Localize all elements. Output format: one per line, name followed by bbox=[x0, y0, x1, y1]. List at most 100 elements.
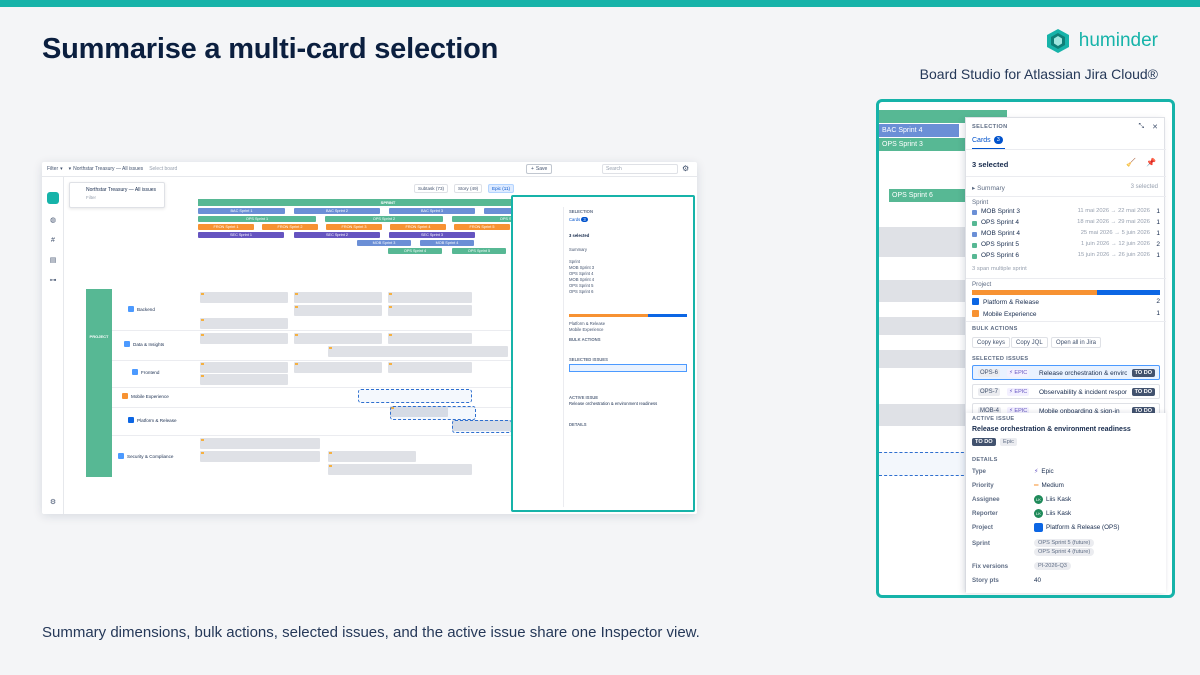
board-placeholder[interactable]: Select board bbox=[149, 166, 177, 172]
popup-title: Northstar Treasury — All issues bbox=[86, 187, 157, 193]
row-label-platform[interactable]: Platform & Release bbox=[128, 417, 177, 423]
issue-card[interactable] bbox=[200, 333, 288, 344]
tab-cards[interactable]: Cards 3 bbox=[972, 136, 1005, 150]
sprint-bar[interactable]: OPS Sprint 4 bbox=[388, 248, 442, 254]
sprint-bar[interactable]: BAC Sprint 2 bbox=[294, 208, 380, 214]
link-icon[interactable]: ⊶ bbox=[49, 277, 57, 285]
filter-epic[interactable]: Epic (11) bbox=[488, 184, 515, 193]
row-label-data[interactable]: Data & Insights bbox=[124, 341, 164, 347]
mini-selected-label: SELECTED ISSUES bbox=[569, 357, 608, 362]
issue-card[interactable] bbox=[328, 346, 508, 357]
gear-icon[interactable]: ⚙ bbox=[682, 164, 689, 173]
issue-card[interactable] bbox=[200, 451, 320, 462]
row-label-security[interactable]: Security & Compliance bbox=[118, 453, 173, 459]
zoom-selected-card[interactable] bbox=[879, 452, 969, 476]
issue-card[interactable] bbox=[294, 292, 382, 303]
issue-card[interactable] bbox=[294, 362, 382, 373]
brand: huminder bbox=[1045, 28, 1158, 54]
save-button[interactable]: + Save bbox=[526, 164, 553, 174]
sprint-bar[interactable]: FRON Sprint 3 bbox=[326, 224, 382, 230]
issue-card[interactable] bbox=[200, 292, 288, 303]
issue-card[interactable] bbox=[328, 464, 472, 475]
zoom-card[interactable] bbox=[879, 350, 969, 368]
sprint-row: OPS Sprint 4 18 mai 2026 → 29 mai 2026 1 bbox=[972, 219, 1160, 229]
issue-card[interactable] bbox=[294, 305, 382, 316]
mini-issue-row[interactable] bbox=[569, 364, 687, 372]
sprint-bar[interactable]: OPS Sprint 5 bbox=[452, 248, 506, 254]
sprint-bar[interactable]: FRON Sprint 5 bbox=[454, 224, 510, 230]
sprint-bar[interactable]: FRON Sprint 2 bbox=[262, 224, 318, 230]
slide-title: Summarise a multi-card selection bbox=[42, 33, 499, 65]
filter-select[interactable]: Filter ▾ bbox=[47, 166, 63, 172]
project-section-label: Project bbox=[972, 281, 992, 288]
open-all-button[interactable]: Open all in Jira bbox=[1051, 337, 1102, 348]
summary-toggle[interactable]: ▸ Summary bbox=[972, 184, 1005, 192]
zoom-sprint-bar[interactable]: BAC Sprint 4 bbox=[879, 124, 959, 137]
copy-keys-button[interactable]: Copy keys bbox=[972, 337, 1011, 348]
hash-icon[interactable]: # bbox=[49, 237, 57, 245]
sprint-bar[interactable]: BAC Sprint 1 bbox=[198, 208, 285, 214]
search-input[interactable]: Search bbox=[602, 164, 678, 174]
app-logo-icon[interactable] bbox=[47, 192, 59, 204]
filter-story[interactable]: Story (49) bbox=[454, 184, 483, 193]
project-distribution-bar bbox=[972, 290, 1160, 295]
sprint-row: OPS Sprint 6 15 juin 2026 → 26 juin 2026 1 bbox=[972, 252, 1160, 262]
row-label-backend[interactable]: Backend bbox=[128, 306, 155, 312]
collapse-icon[interactable]: ⤡ bbox=[1139, 123, 1145, 131]
issue-card[interactable] bbox=[388, 292, 472, 303]
sprint-bar[interactable]: FRON Sprint 1 bbox=[198, 224, 254, 230]
zoom-card[interactable] bbox=[879, 227, 969, 257]
selected-card-mob[interactable] bbox=[358, 389, 472, 403]
row-divider bbox=[112, 330, 512, 331]
sprint-note: 3 span multiple sprint bbox=[972, 266, 1027, 272]
sprint-bar[interactable]: MOB Sprint 3 bbox=[357, 240, 411, 246]
globe-icon[interactable]: ◍ bbox=[49, 217, 57, 225]
zoom-card[interactable] bbox=[879, 317, 969, 335]
issue-card[interactable] bbox=[388, 362, 472, 373]
sprint-bar[interactable]: SEC Sprint 1 bbox=[198, 232, 284, 238]
board-icon[interactable]: ▤ bbox=[49, 257, 57, 265]
detail-project-value[interactable]: Platform & Release (OPS) bbox=[1034, 523, 1120, 532]
settings-icon[interactable]: ⚙ bbox=[49, 499, 57, 507]
copy-jql-button[interactable]: Copy JQL bbox=[1011, 337, 1048, 348]
sprint-bar[interactable]: MOB Sprint 4 bbox=[420, 240, 474, 246]
sprint-bar[interactable]: SEC Sprint 2 bbox=[294, 232, 380, 238]
issue-card[interactable] bbox=[200, 374, 288, 385]
sprint-section-label: Sprint bbox=[972, 199, 989, 206]
issue-card[interactable] bbox=[328, 451, 416, 462]
mini-summary[interactable]: Summary bbox=[569, 247, 587, 252]
zoom-card[interactable] bbox=[879, 404, 969, 426]
issue-card[interactable] bbox=[388, 333, 472, 344]
close-icon[interactable]: ✕ bbox=[1152, 123, 1158, 131]
board-select[interactable]: ▾ Northstar Treasury — All issues bbox=[69, 166, 144, 172]
filter-subtask[interactable]: Subtask (73) bbox=[414, 184, 449, 193]
issue-card[interactable] bbox=[200, 438, 320, 449]
mini-tab-cards[interactable]: Cards 3 bbox=[569, 217, 588, 222]
pin-icon[interactable]: 📌 bbox=[1146, 158, 1156, 167]
issue-card[interactable] bbox=[200, 318, 288, 329]
selected-issue-row[interactable]: OPS-6 ⚡ EPIC Release orchestration & env… bbox=[972, 365, 1160, 380]
detail-assignee-value[interactable]: LK Liis Kask bbox=[1034, 495, 1071, 504]
issue-card[interactable] bbox=[388, 305, 472, 316]
detail-priority-value: ═ Medium bbox=[1034, 482, 1064, 489]
row-label-mobile[interactable]: Mobile Experience bbox=[122, 393, 169, 399]
sprint-bar[interactable]: FRON Sprint 4 bbox=[390, 224, 446, 230]
issue-card[interactable] bbox=[200, 362, 288, 373]
detail-project-label: Project bbox=[972, 524, 993, 531]
detail-reporter-value[interactable]: LK Liis Kask bbox=[1034, 509, 1071, 518]
mini-sprint-row: OPS Sprint 4 bbox=[569, 271, 594, 276]
issue-card[interactable] bbox=[294, 333, 382, 344]
sprint-chip: OPS Sprint 5 (future) bbox=[1034, 539, 1095, 547]
selected-issue-row[interactable]: OPS-7 ⚡ EPIC Observability & incident re… bbox=[972, 384, 1160, 399]
sprint-bar[interactable]: SEC Sprint 3 bbox=[389, 232, 475, 238]
sprint-bar[interactable]: BAC Sprint 3 bbox=[389, 208, 475, 214]
selected-card-ops6[interactable] bbox=[452, 420, 512, 433]
active-issue-title: Release orchestration & environment read… bbox=[972, 426, 1131, 433]
mini-project-row: Platform & Release bbox=[569, 321, 606, 326]
selected-card-ops7[interactable] bbox=[390, 406, 476, 420]
zoom-card[interactable] bbox=[879, 280, 969, 302]
sprint-bar[interactable]: OPS Sprint 2 bbox=[325, 216, 443, 222]
sprint-bar[interactable]: OPS Sprint 1 bbox=[198, 216, 316, 222]
broom-icon[interactable]: 🧹 bbox=[1126, 158, 1136, 167]
row-label-frontend[interactable]: Frontend bbox=[132, 369, 159, 375]
